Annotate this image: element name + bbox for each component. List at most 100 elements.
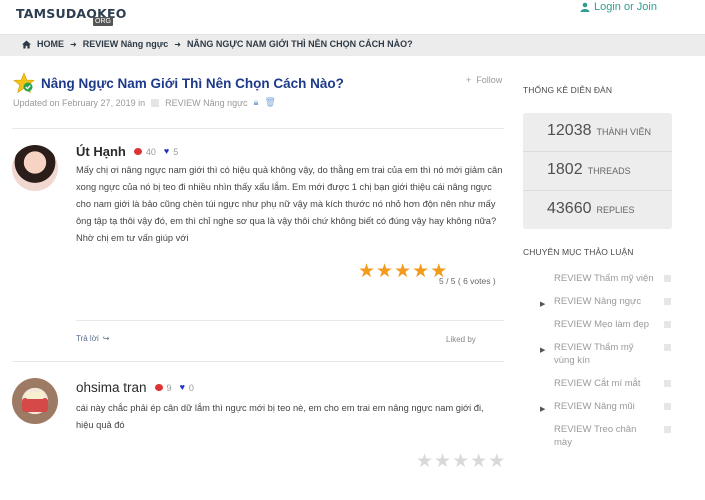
reply-label: Trả lời (76, 334, 99, 343)
breadcrumb: HOME ➜ REVIEW Nâng ngực ➜ NÂNG NGỰC NAM … (22, 39, 413, 49)
home-icon (22, 39, 31, 49)
divider (523, 190, 672, 191)
thread-meta: Updated on February 27, 2019 in REVIEW N… (13, 97, 276, 108)
forum-item[interactable]: REVIEW Treo chân mày (523, 418, 673, 454)
top-bar: TAMSUDAOKEO ORG Login or Join (0, 0, 705, 34)
forum-item[interactable]: REVIEW Cắt mí mắt (523, 372, 673, 395)
forum-item-label: REVIEW Mẹo làm đẹp (554, 319, 650, 330)
stat-number: 1802 (547, 161, 583, 178)
stat-label: REPLIES (596, 205, 635, 215)
forum-icon (664, 426, 671, 433)
stat-number: 12038 (547, 122, 592, 139)
breadcrumb-home[interactable]: HOME (37, 39, 64, 49)
updated-text: Updated on February 27, 2019 in (13, 97, 146, 108)
star-icon[interactable]: ★ (434, 452, 451, 471)
post-author[interactable]: Út Hạnh (76, 144, 126, 159)
like-count-value: 0 (188, 382, 194, 393)
forum-item[interactable]: ▶ REVIEW Nâng mũi (523, 395, 673, 418)
rating-stars[interactable]: ★ ★ ★ ★ ★ (416, 452, 505, 471)
logo-sub: ORG (93, 17, 113, 26)
forum-item-label: REVIEW Nâng mũi (554, 401, 635, 412)
breadcrumb-forum[interactable]: REVIEW Nâng ngực (83, 39, 169, 49)
arrow-right-icon: ➜ (70, 39, 77, 49)
thread-title: Nâng Ngực Nam Giới Thì Nên Chọn Cách Nào… (41, 75, 344, 91)
thread-title-row: Nâng Ngực Nam Giới Thì Nên Chọn Cách Nào… (13, 72, 344, 94)
like-count: ♥ 0 (180, 383, 194, 393)
thread-forum-link[interactable]: REVIEW Nâng ngực (165, 98, 248, 108)
stat-members: 12038 THÀNH VIÊN (547, 122, 651, 140)
liked-by: Liked by (446, 335, 476, 344)
post-header: Út Hạnh 40 ♥ 5 (76, 144, 178, 159)
divider (76, 320, 504, 321)
star-icon[interactable]: ★ (412, 262, 429, 281)
forum-icon (664, 380, 671, 387)
caret-right-icon[interactable]: ▶ (540, 344, 545, 357)
forum-icon (151, 98, 160, 107)
reply-button[interactable]: Trả lời ↪ (76, 334, 109, 343)
caret-right-icon[interactable]: ▶ (540, 403, 545, 416)
forum-icon (664, 275, 671, 282)
forum-item-label: REVIEW Thẩm mỹ viện (554, 273, 654, 284)
post-body: Mấy chị ơi nâng ngực nam giới thì có hiệ… (76, 165, 503, 243)
stats-box: 12038 THÀNH VIÊN 1802 THREADS 43660 REPL… (523, 113, 672, 229)
post-header: ohsima tran 9 ♥ 0 (76, 380, 194, 395)
forum-item[interactable]: REVIEW Thẩm mỹ viện (523, 267, 673, 290)
star-icon[interactable]: ★ (358, 262, 375, 281)
stat-replies: 43660 REPLIES (547, 200, 635, 218)
lock-icon[interactable]: 🔒︎ (254, 97, 259, 108)
comment-count: 40 (133, 146, 156, 157)
comment-count-value: 40 (145, 146, 156, 157)
login-link[interactable]: Login or Join (580, 1, 657, 13)
avatar[interactable] (12, 145, 58, 191)
divider (523, 151, 672, 152)
forums-title: CHUYÊN MỤC THẢO LUẬN (523, 247, 634, 257)
trash-icon[interactable]: 🗑︎ (264, 97, 275, 108)
forum-item-label: REVIEW Nâng ngực (554, 296, 642, 307)
forum-item[interactable]: REVIEW Mẹo làm đẹp (523, 313, 673, 336)
stat-number: 43660 (547, 200, 592, 217)
star-icon[interactable]: ★ (394, 262, 411, 281)
follow-label: Follow (476, 75, 503, 85)
arrow-right-icon: ➜ (174, 39, 181, 49)
divider (12, 128, 504, 129)
stat-label: THREADS (587, 166, 631, 176)
forum-item-label: REVIEW Cắt mí mắt (554, 378, 641, 389)
login-label: Login or Join (594, 1, 657, 13)
star-icon[interactable]: ★ (376, 262, 393, 281)
star-icon[interactable]: ★ (452, 452, 469, 471)
star-icon[interactable]: ★ (488, 452, 505, 471)
heart-icon: ♥ (179, 382, 185, 392)
forum-item-label: REVIEW Treo chân mày (554, 424, 637, 448)
share-icon: ↪ (102, 334, 110, 343)
rating-stars[interactable]: ★ ★ ★ ★ ★ (358, 262, 447, 281)
forum-item[interactable]: ▶ REVIEW Thẩm mỹ vùng kín (523, 336, 673, 372)
star-icon[interactable]: ★ (416, 452, 433, 471)
stats-title: THỐNG KÊ DIỄN ĐÀN (523, 85, 613, 95)
site-logo[interactable]: TAMSUDAOKEO ORG (16, 5, 127, 26)
forum-icon (664, 298, 671, 305)
like-count-value: 5 (173, 146, 179, 157)
cake-shape (26, 392, 44, 399)
cake-shape (22, 398, 48, 412)
forum-item[interactable]: ▶ REVIEW Nâng ngực (523, 290, 673, 313)
forum-icon (664, 403, 671, 410)
caret-right-icon[interactable]: ▶ (540, 298, 545, 311)
divider (12, 361, 504, 362)
stat-threads: 1802 THREADS (547, 161, 631, 179)
rating-text: 5 / 5 ( 6 votes ) (439, 276, 496, 286)
forum-item-label: REVIEW Thẩm mỹ vùng kín (554, 342, 634, 366)
breadcrumb-bar: HOME ➜ REVIEW Nâng ngực ➜ NÂNG NGỰC NAM … (0, 34, 705, 56)
comment-icon (154, 384, 163, 391)
star-icon[interactable]: ★ (470, 452, 487, 471)
forum-icon (664, 321, 671, 328)
plus-icon: + (466, 75, 472, 85)
like-count: ♥ 5 (164, 147, 178, 157)
stat-label: THÀNH VIÊN (596, 127, 652, 137)
post-author[interactable]: ohsima tran (76, 380, 147, 395)
breadcrumb-thread[interactable]: NÂNG NGỰC NAM GIỚI THÌ NÊN CHỌN CÁCH NÀO… (187, 39, 413, 49)
forum-list: REVIEW Thẩm mỹ viện ▶ REVIEW Nâng ngực R… (523, 267, 673, 454)
comment-icon (133, 148, 142, 155)
heart-icon: ♥ (163, 146, 170, 156)
avatar[interactable] (12, 378, 58, 424)
follow-button[interactable]: + Follow (466, 75, 502, 85)
